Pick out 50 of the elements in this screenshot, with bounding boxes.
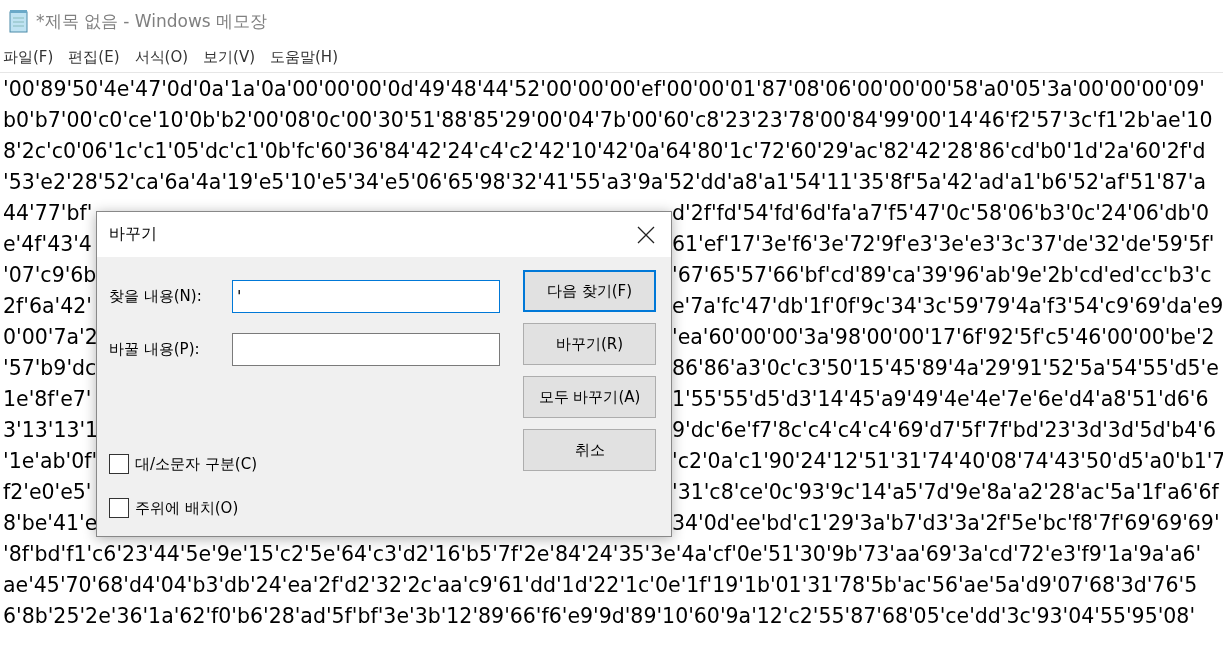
text-line: '67'65'57'66'bf'cd'89'ca'39'96'ab'9e'2b'cd'ed'cc'b3'c — [672, 263, 1212, 287]
text-line: 86'86'a3'0c'c3'50'15'45'89'4a'29'91'52'5a'54'55'd5'e — [672, 356, 1219, 380]
notepad-icon — [8, 9, 30, 33]
text-line: 61'ef'17'3e'f6'3e'72'9f'e3'3e'e3'3c'37'de'32'de'59'5f' — [672, 232, 1215, 256]
text-line: e'7a'fc'47'db'1f'0f'9c'34'3c'59'79'4a'f3'54'c9'69'da'e9 — [672, 294, 1223, 318]
dialog-title: 바꾸기 — [109, 224, 157, 245]
text-line: 'c2'0a'c1'90'24'12'51'31'74'40'08'74'43'50'd5'a0'b1'7 — [672, 449, 1223, 473]
checkbox[interactable] — [109, 454, 129, 474]
text-line: ae'45'70'68'd4'04'b3'db'24'ea'2f'd2'32'2c'aa'c9'61'dd'1d'22'1c'0e'1f'19'1b'01'31'78'5b'ac'56'ae'5a'd9'07'68'3d'76'5 — [3, 572, 1198, 599]
dialog-button[interactable]: 취소 — [523, 429, 656, 471]
checkbox-label: 주위에 배치(O) — [135, 498, 239, 518]
text-line: 9'dc'6e'f7'8c'c4'c4'c4'69'd7'5f'7f'bd'23'3d'3d'5d'b4'6 — [672, 418, 1216, 442]
field-label: 바꿀 내용(P): — [109, 340, 201, 359]
text-line: f2'e0'e5' — [3, 480, 92, 504]
text-line: 0'00'7a'2 — [3, 325, 98, 349]
window-title: *제목 없음 - Windows 메모장 — [36, 9, 268, 33]
text-line: '00'89'50'4e'47'0d'0a'1a'0a'00'00'00'0d'49'48'44'52'00'00'00'ef'00'00'01'87'08'06'00'00'00'58'a0'05'3a'00'00'00'09' — [3, 76, 1205, 103]
text-line: 34'0d'ee'bd'c1'29'3a'b7'd3'3a'2f'5e'bc'f8'7f'69'69'69' — [672, 511, 1220, 535]
text-line: '31'c8'ce'0c'93'9c'14'a5'7d'9e'8a'a2'28'ac'5a'1f'a6'6f — [672, 480, 1219, 504]
input-field[interactable]: ' — [232, 280, 500, 313]
text-line: 1e'8f'e7' — [3, 387, 92, 411]
text-line: b0'b7'00'c0'ce'10'0b'b2'00'08'0c'00'30'51'88'85'29'00'04'7b'00'60'c8'23'23'78'00'84'99'00'14'46'f2'57'3c'f1'2b'ae'10 — [3, 107, 1213, 134]
text-line: '53'e2'28'52'ca'6a'4a'19'e5'10'e5'34'e5'06'65'98'32'41'55'a3'9a'52'dd'a8'a1'54'11'35'8f'5a'42'ad'a1'b6'52'af'51'87'a — [3, 169, 1207, 196]
menu-item[interactable]: 파일(F) — [3, 47, 54, 67]
text-line: '07'c9'6b — [3, 263, 97, 287]
menu-item[interactable]: 보기(V) — [203, 47, 255, 67]
input-field[interactable] — [232, 333, 500, 366]
field-label: 찾을 내용(N): — [109, 287, 203, 306]
dialog-button[interactable]: 모두 바꾸기(A) — [523, 376, 656, 418]
text-line: 44'77'bf' — [3, 201, 93, 225]
dialog-button[interactable]: 바꾸기(R) — [523, 323, 656, 365]
menu-item[interactable]: 편집(E) — [68, 47, 120, 67]
text-line: 3'13'13'1 — [3, 418, 99, 442]
checkbox-label: 대/소문자 구분(C) — [135, 454, 257, 474]
dialog-button[interactable]: 다음 찾기(F) — [523, 270, 656, 312]
text-line: e'4f'43'4 — [3, 232, 92, 256]
menu-item[interactable]: 서식(O) — [134, 47, 189, 67]
text-line: '8f'bd'f1'c6'23'44'5e'9e'15'c2'5e'64'c3'd2'16'b5'7f'2e'84'24'35'3e'4a'cf'0e'51'30'9b'73'aa'69'3a'cd'72'e3'f9'1a'9a'a6' — [3, 541, 1202, 568]
text-line: 1'55'55'd5'd3'14'45'a9'49'4e'4e'7e'6e'd4'a8'51'd6'6 — [672, 387, 1209, 411]
text-line: 8'be'41'e — [3, 511, 98, 535]
checkbox[interactable] — [109, 498, 129, 518]
text-line: '1e'ab'0f' — [3, 449, 98, 473]
menu-item[interactable]: 도움말(H) — [270, 47, 338, 67]
text-line: '57'b9'dc — [3, 356, 97, 380]
text-line: 'ea'60'00'00'3a'98'00'00'17'6f'92'5f'c5'46'00'00'be'2 — [672, 325, 1215, 349]
text-line: 8'2c'c0'06'1c'c1'05'dc'c1'0b'fc'60'36'84'42'24'c4'c2'42'10'42'0a'64'80'1c'72'60'29'ac'82'42'28'86'cd'b0'1d'2a'60'2f'd — [3, 138, 1206, 165]
text-line: 6'8b'25'2e'36'1a'62'f0'b6'28'ad'5f'bf'3e'3b'12'89'66'f6'e9'9d'89'10'60'9a'12'c2'55'87'68'05'ce'dd'3c'93'04'55'95'08' — [3, 603, 1196, 630]
text-line: 2f'6a'42' — [3, 294, 92, 318]
text-line: d'2f'fd'54'fd'6d'fa'a7'f5'47'0c'58'06'b3'0c'24'06'db'0 — [672, 201, 1210, 225]
close-icon[interactable] — [637, 225, 655, 244]
